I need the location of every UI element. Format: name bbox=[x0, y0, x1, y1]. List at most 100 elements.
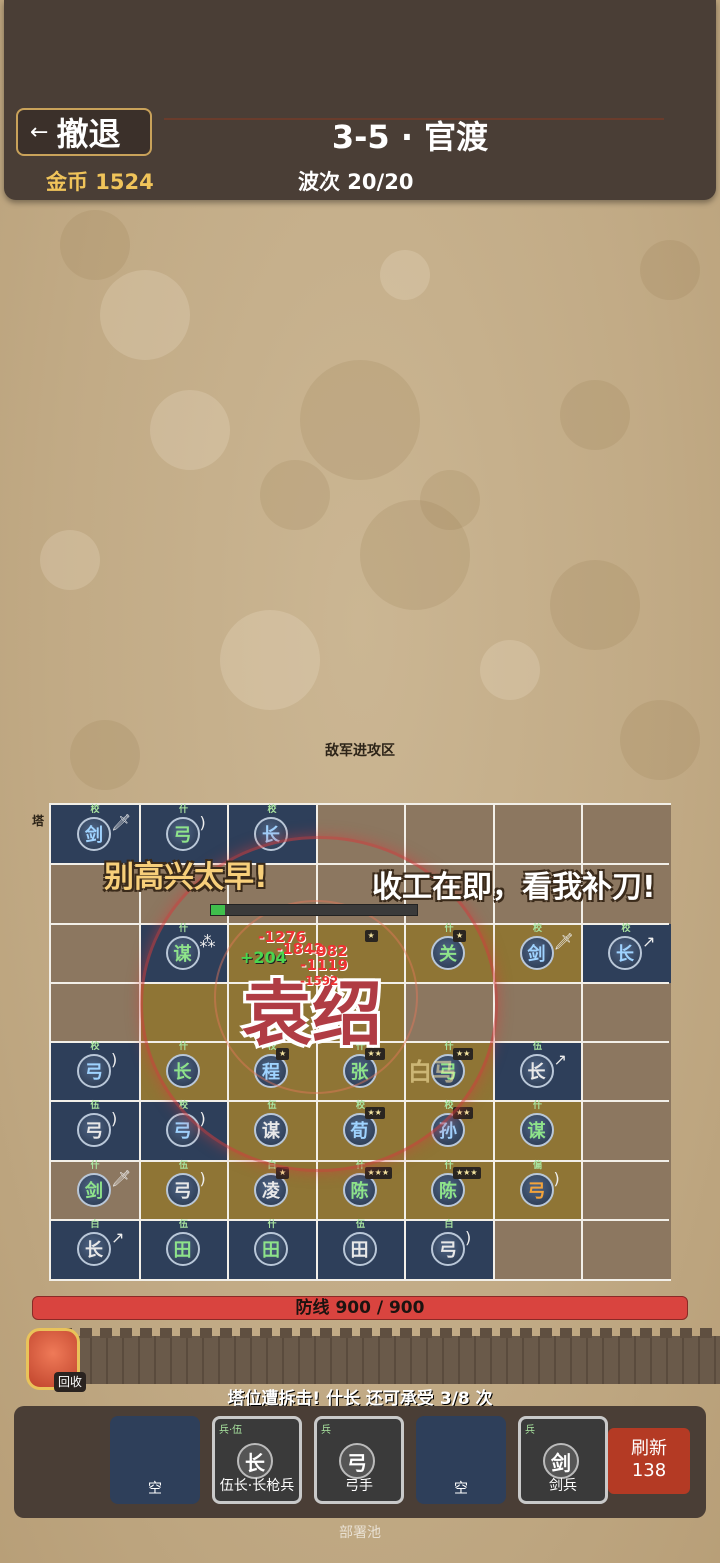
grid-cell[interactable] bbox=[493, 982, 582, 1042]
unit-token[interactable]: 弓 bbox=[519, 1172, 554, 1207]
grid-cell[interactable] bbox=[582, 1219, 671, 1279]
spear-icon: ↗ bbox=[642, 931, 656, 951]
bow-icon: ) bbox=[199, 1168, 206, 1188]
grid-cell[interactable] bbox=[582, 805, 671, 865]
unit-rank: 伍 bbox=[178, 1219, 188, 1230]
unit-token[interactable]: 剑 bbox=[77, 817, 111, 851]
unit-rank: 偏 bbox=[532, 1160, 542, 1171]
deploy-slot[interactable]: 空 bbox=[110, 1416, 200, 1504]
refresh-label: 刷新 bbox=[631, 1438, 667, 1459]
refresh-button[interactable]: 刷新 138 bbox=[608, 1428, 690, 1494]
bow-icon: ) bbox=[465, 1227, 472, 1247]
unit-rank: 伍 bbox=[178, 1160, 188, 1171]
unit-rank: 校 bbox=[90, 1042, 100, 1052]
deploy-slot[interactable]: 兵剑剑兵 bbox=[518, 1416, 608, 1504]
sword-icon: 🗡 bbox=[111, 813, 132, 832]
stage-title: 3-5 · 官渡 bbox=[331, 118, 489, 156]
grid-cell[interactable] bbox=[493, 805, 582, 865]
grid-cell[interactable] bbox=[582, 1101, 671, 1161]
unit-token[interactable]: 长 bbox=[77, 1231, 111, 1266]
unit-token[interactable]: 弓 bbox=[165, 817, 200, 851]
damage-number: -1592 bbox=[300, 974, 339, 988]
damage-number: -982 bbox=[310, 942, 348, 960]
slot-unit-token: 长 bbox=[237, 1443, 273, 1479]
unit-token[interactable]: 长 bbox=[608, 935, 642, 970]
grid-cell[interactable] bbox=[51, 982, 140, 1042]
bow-icon: ) bbox=[553, 1168, 560, 1188]
background-blob bbox=[360, 500, 470, 610]
boss-health-fill bbox=[211, 905, 226, 915]
bow-icon: ) bbox=[111, 1050, 118, 1069]
unit-token[interactable]: 田 bbox=[342, 1231, 377, 1266]
enemy-zone-label: 敌军进攻区 bbox=[325, 743, 395, 759]
slot-name: 空 bbox=[148, 1481, 162, 1497]
deploy-pool-label: 部署池 bbox=[339, 1525, 381, 1541]
slot-unit-token: 剑 bbox=[543, 1443, 579, 1479]
slot-name: 弓手 bbox=[345, 1478, 373, 1494]
unit-rank: 校 bbox=[267, 805, 277, 815]
grid-cell[interactable] bbox=[582, 1160, 671, 1220]
tower-label: 塔 bbox=[32, 814, 45, 828]
bow-icon: ) bbox=[199, 813, 206, 832]
slot-tag: 兵 bbox=[321, 1425, 331, 1436]
shout-left: 别高兴太早! bbox=[104, 860, 268, 895]
ghost-text: 白马 bbox=[408, 1058, 456, 1086]
slot-name: 剑兵 bbox=[549, 1478, 577, 1494]
grid-cell[interactable] bbox=[51, 923, 140, 983]
background-blob bbox=[40, 530, 100, 590]
unit-rank: 伍 bbox=[90, 1101, 100, 1112]
retreat-button[interactable]: ← 撤退 bbox=[16, 108, 152, 156]
unit-rank: 白 bbox=[444, 1219, 454, 1230]
grid-cell[interactable] bbox=[405, 805, 494, 865]
background-blob bbox=[480, 640, 540, 700]
unit-token[interactable]: 弓 bbox=[431, 1231, 465, 1266]
unit-token[interactable]: 谋 bbox=[519, 1113, 554, 1148]
background-blob bbox=[550, 560, 640, 650]
background-blob bbox=[560, 380, 630, 450]
star-badge: ★★★ bbox=[364, 1166, 393, 1179]
background-blob bbox=[100, 270, 190, 360]
unit-token[interactable]: 弓 bbox=[77, 1113, 111, 1148]
star-badge: ★★★ bbox=[453, 1166, 481, 1179]
background-blob bbox=[300, 360, 420, 480]
slot-name: 伍长·长枪兵 bbox=[219, 1478, 295, 1494]
unit-rank: 什 bbox=[532, 1101, 542, 1112]
defense-line-bar: 防线 900 / 900 bbox=[32, 1296, 688, 1320]
unit-rank: 校 bbox=[90, 805, 100, 815]
grid-cell[interactable] bbox=[582, 982, 671, 1042]
unit-token[interactable]: 田 bbox=[254, 1231, 288, 1266]
bow-icon: ) bbox=[111, 1109, 118, 1129]
unit-token[interactable]: 弓 bbox=[77, 1054, 111, 1088]
back-arrow-icon: ← bbox=[30, 119, 49, 145]
spear-icon: ↗ bbox=[553, 1050, 567, 1069]
unit-token[interactable]: 剑 bbox=[519, 935, 554, 970]
unit-rank: 什 bbox=[90, 1160, 100, 1171]
background-blob bbox=[60, 210, 130, 280]
unit-token[interactable]: 剑 bbox=[77, 1172, 111, 1207]
unit-rank: 伍 bbox=[532, 1042, 542, 1052]
deploy-slot[interactable]: 兵弓弓手 bbox=[314, 1416, 404, 1504]
slot-tag: 兵 bbox=[525, 1425, 535, 1436]
unit-rank: 白 bbox=[90, 1219, 100, 1230]
deploy-slot[interactable]: 空 bbox=[416, 1416, 506, 1504]
gold-counter: 金币 1524 bbox=[46, 170, 154, 194]
city-wall bbox=[60, 1328, 720, 1384]
deploy-slot[interactable]: 兵·伍长伍长·长枪兵 bbox=[212, 1416, 302, 1504]
unit-token[interactable]: 田 bbox=[165, 1231, 200, 1266]
unit-token[interactable]: 弓 bbox=[165, 1172, 200, 1207]
slot-unit-token: 弓 bbox=[339, 1443, 375, 1479]
unit-rank: 校 bbox=[532, 923, 542, 934]
shout-right: 收工在即，看我补刀! bbox=[372, 870, 656, 905]
background-blob bbox=[640, 240, 700, 300]
background-blob bbox=[380, 250, 430, 300]
grid-cell[interactable] bbox=[582, 1042, 671, 1102]
retreat-label: 撤退 bbox=[56, 115, 121, 153]
spear-icon: ↗ bbox=[111, 1227, 125, 1247]
slot-name: 空 bbox=[454, 1481, 468, 1497]
slot-tag: 兵·伍 bbox=[219, 1425, 243, 1436]
grid-cell[interactable] bbox=[493, 1219, 582, 1279]
background-blob bbox=[260, 460, 330, 530]
unit-token[interactable]: 长 bbox=[519, 1054, 554, 1088]
unit-rank: 伍 bbox=[355, 1219, 365, 1230]
unit-rank: 校 bbox=[621, 923, 631, 934]
